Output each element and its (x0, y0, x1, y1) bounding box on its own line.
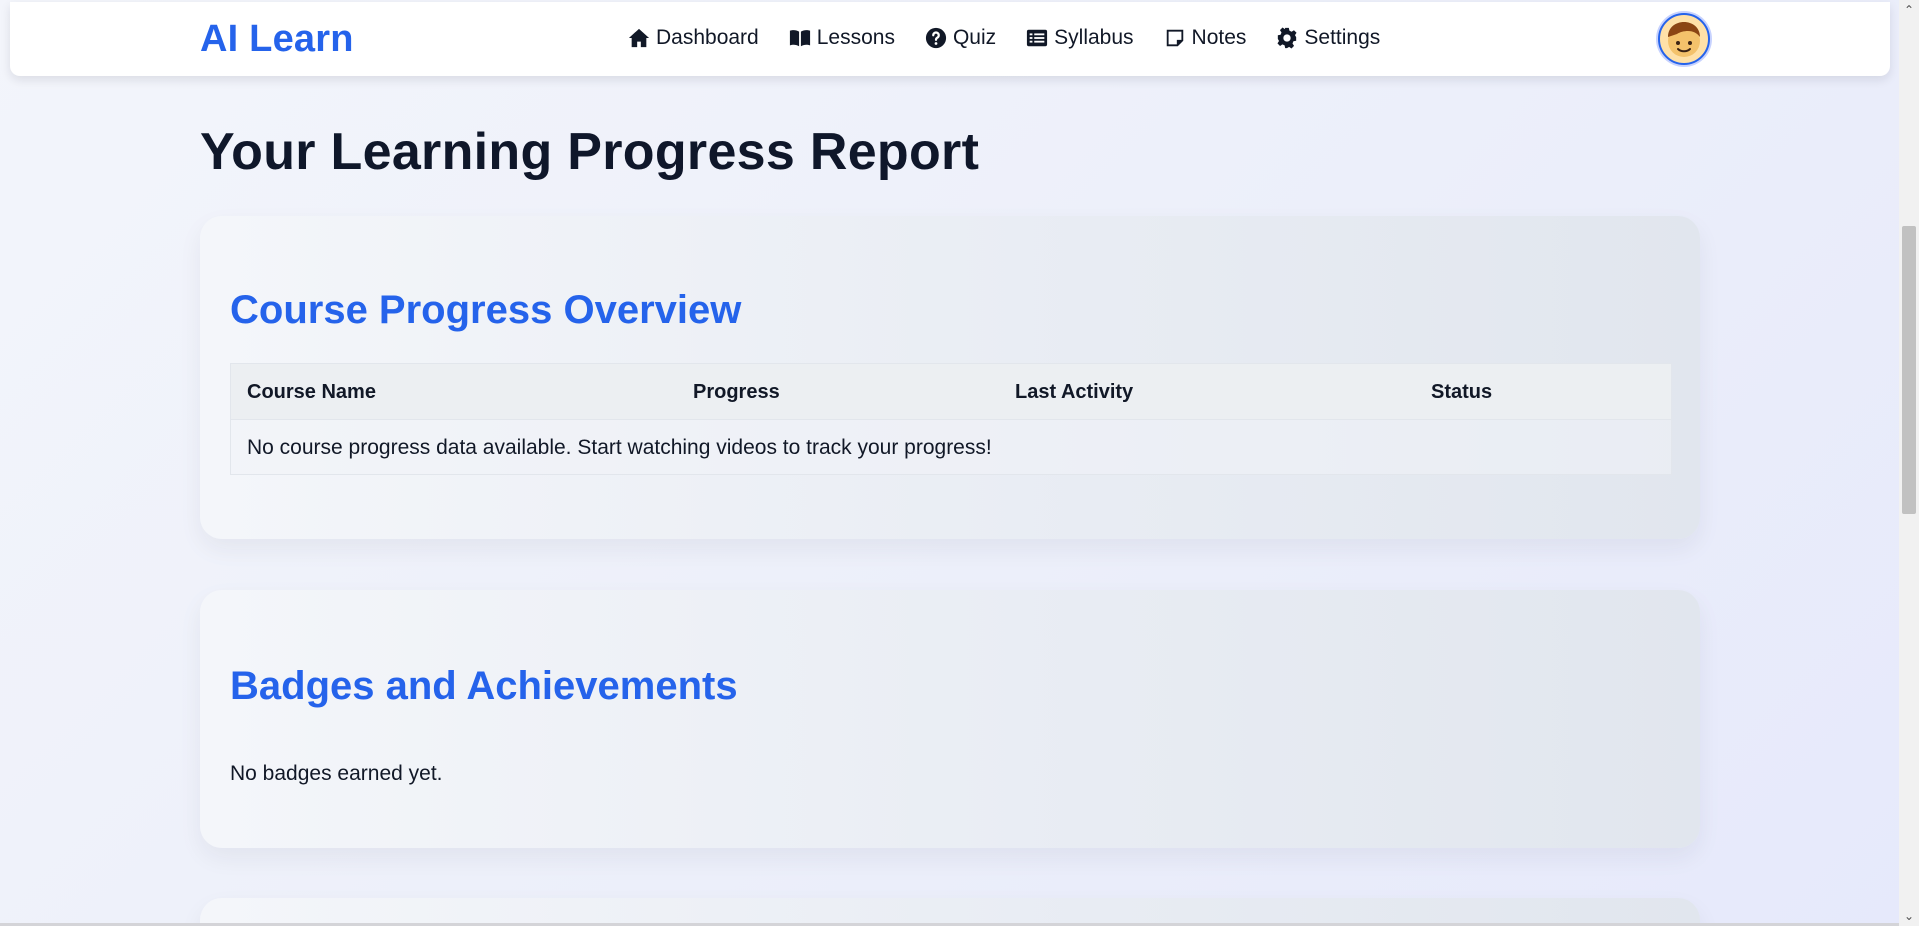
page: AI Learn Dashboard Lessons Quiz Syllabus… (0, 0, 1899, 926)
scrollbar-thumb[interactable] (1902, 226, 1916, 514)
top-navbar: AI Learn Dashboard Lessons Quiz Syllabus… (10, 2, 1890, 76)
nav-item-label: Lessons (816, 26, 895, 49)
course-progress-title: Course Progress Overview (230, 288, 742, 332)
column-header-status: Status (1431, 381, 1493, 403)
nav-item-notes[interactable]: Notes (1164, 26, 1247, 50)
badges-title: Badges and Achievements (230, 664, 738, 708)
list-icon (1027, 29, 1048, 47)
home-icon (628, 28, 650, 48)
nav-item-dashboard[interactable]: Dashboard (628, 26, 759, 50)
next-section-card (200, 898, 1700, 926)
scroll-up-icon[interactable]: ⌃ (1899, 2, 1919, 18)
nav-item-label: Notes (1191, 26, 1247, 49)
nav-item-settings[interactable]: Settings (1276, 26, 1380, 50)
course-progress-card: Course Progress Overview Course Name Pro… (200, 216, 1700, 539)
avatar[interactable] (1658, 13, 1710, 65)
gear-icon (1277, 27, 1297, 49)
table-row: No course progress data available. Start… (231, 419, 1671, 474)
sticky-note-icon (1166, 29, 1183, 47)
column-header-course-name: Course Name (247, 381, 376, 403)
table-header-row: Course Name Progress Last Activity Statu… (231, 364, 1671, 419)
nav-item-label: Settings (1304, 26, 1381, 49)
column-header-last-activity: Last Activity (1015, 381, 1134, 403)
nav-item-lessons[interactable]: Lessons (789, 26, 895, 50)
scroll-down-icon[interactable]: ⌄ (1899, 908, 1919, 924)
nav-item-label: Syllabus (1054, 26, 1134, 49)
vertical-scrollbar[interactable]: ⌃ ⌄ (1899, 0, 1919, 926)
page-title: Your Learning Progress Report (200, 123, 980, 181)
user-avatar-icon (1668, 22, 1700, 57)
question-circle-icon (925, 27, 947, 49)
nav-item-syllabus[interactable]: Syllabus (1026, 26, 1134, 50)
book-open-icon (789, 30, 810, 47)
column-header-progress: Progress (693, 381, 780, 403)
brand-logo[interactable]: AI Learn (200, 18, 354, 61)
nav-item-quiz[interactable]: Quiz (925, 26, 996, 50)
nav-item-label: Dashboard (656, 26, 759, 49)
empty-badges-message: No badges earned yet. (230, 762, 443, 785)
empty-course-message: No course progress data available. Start… (247, 436, 992, 459)
badges-card: Badges and Achievements No badges earned… (200, 590, 1700, 848)
main-nav: Dashboard Lessons Quiz Syllabus Notes Se… (628, 26, 1380, 50)
nav-item-label: Quiz (952, 26, 997, 49)
course-progress-table: Course Name Progress Last Activity Statu… (230, 363, 1672, 475)
